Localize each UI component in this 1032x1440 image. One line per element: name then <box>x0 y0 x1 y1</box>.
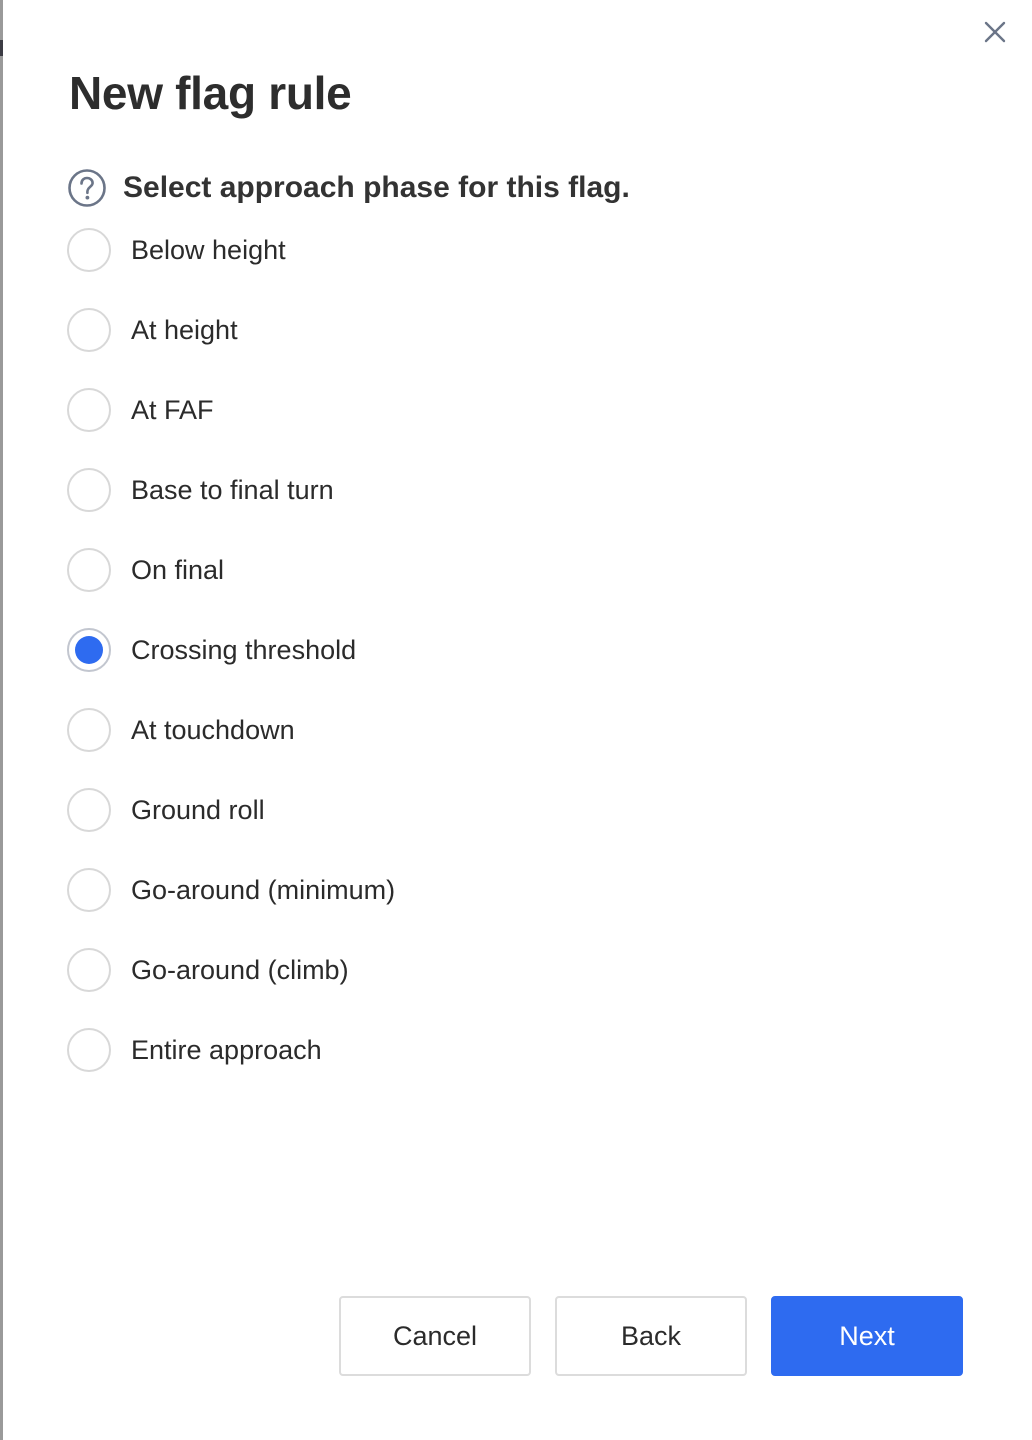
radio-option-on-final[interactable]: On final <box>67 530 767 610</box>
radio-button[interactable] <box>67 468 111 512</box>
radio-option-ground-roll[interactable]: Ground roll <box>67 770 767 850</box>
radio-option-at-faf[interactable]: At FAF <box>67 370 767 450</box>
radio-label: At height <box>131 314 238 345</box>
radio-label: Below height <box>131 234 286 265</box>
radio-button[interactable] <box>67 308 111 352</box>
close-icon <box>984 21 1006 43</box>
back-button[interactable]: Back <box>555 1296 747 1376</box>
question-row: Select approach phase for this flag. <box>67 166 630 210</box>
close-button[interactable] <box>979 16 1011 48</box>
cancel-button[interactable]: Cancel <box>339 1296 531 1376</box>
radio-button[interactable] <box>67 628 111 672</box>
radio-label: At FAF <box>131 394 214 425</box>
radio-option-go-around-climb[interactable]: Go-around (climb) <box>67 930 767 1010</box>
question-circle-icon[interactable] <box>67 168 107 208</box>
radio-button[interactable] <box>67 1028 111 1072</box>
radio-button[interactable] <box>67 228 111 272</box>
radio-label: At touchdown <box>131 714 295 745</box>
question-text: Select approach phase for this flag. <box>123 171 630 204</box>
radio-option-at-touchdown[interactable]: At touchdown <box>67 690 767 770</box>
radio-option-below-height[interactable]: Below height <box>67 210 767 290</box>
radio-option-go-around-minimum[interactable]: Go-around (minimum) <box>67 850 767 930</box>
radio-button[interactable] <box>67 388 111 432</box>
next-button[interactable]: Next <box>771 1296 963 1376</box>
radio-label: On final <box>131 554 225 585</box>
radio-option-entire-approach[interactable]: Entire approach <box>67 1010 767 1090</box>
dialog-title: New flag rule <box>69 67 352 119</box>
radio-label: Ground roll <box>131 794 265 825</box>
radio-option-crossing-threshold[interactable]: Crossing threshold <box>67 610 767 690</box>
radio-button[interactable] <box>67 548 111 592</box>
radio-button[interactable] <box>67 868 111 912</box>
radio-button[interactable] <box>67 788 111 832</box>
radio-label: Base to final turn <box>131 474 334 505</box>
radio-option-at-height[interactable]: At height <box>67 290 767 370</box>
radio-button[interactable] <box>67 948 111 992</box>
radio-label: Go-around (climb) <box>131 954 349 985</box>
radio-label: Crossing threshold <box>131 634 357 665</box>
radio-option-base-to-final-turn[interactable]: Base to final turn <box>67 450 767 530</box>
radio-label: Entire approach <box>131 1034 322 1065</box>
approach-phase-radio-group: Below height At height At FAF Base to fi… <box>67 224 767 1104</box>
new-flag-rule-dialog: New flag rule Select approach phase for … <box>3 0 1032 1440</box>
radio-button[interactable] <box>67 708 111 752</box>
radio-label: Go-around (minimum) <box>131 874 396 905</box>
